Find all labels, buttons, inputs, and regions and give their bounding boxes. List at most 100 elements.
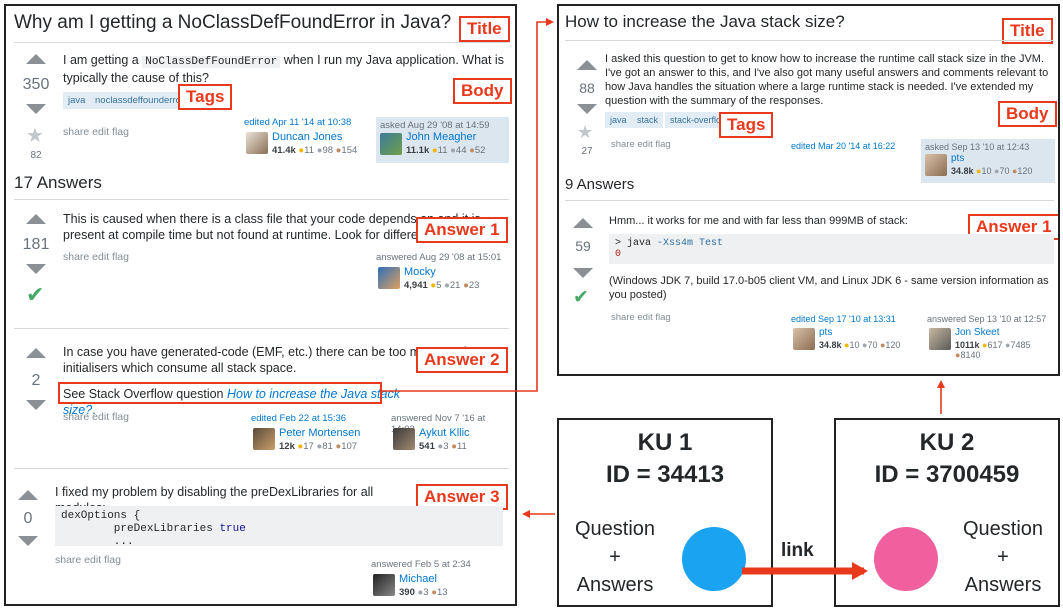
post-actions[interactable]: share edit flag <box>611 312 671 323</box>
post-actions[interactable]: share edit flag <box>55 554 121 566</box>
user-reputation: 41.4k ●11 ●98 ●154 <box>272 145 357 156</box>
accepted-check-icon: ✔ <box>26 282 45 307</box>
downvote-icon[interactable] <box>26 400 46 410</box>
gold-count: 11 <box>304 145 315 156</box>
vote-count: 88 <box>579 80 595 96</box>
answered-time: answered Sep 13 '10 at 12:57 <box>927 314 1047 324</box>
user-name[interactable]: Peter Mortensen <box>279 427 360 439</box>
upvote-icon[interactable] <box>26 348 46 358</box>
bronze-count: 107 <box>341 441 358 452</box>
avatar[interactable] <box>246 132 268 154</box>
upvote-icon[interactable] <box>26 54 46 64</box>
downvote-icon[interactable] <box>26 264 46 274</box>
favorite-star-icon[interactable]: ★ <box>26 123 44 148</box>
label-answer-1: Answer 1 <box>416 217 508 243</box>
gold-count: 11 <box>437 145 448 156</box>
upvote-icon[interactable] <box>577 60 597 70</box>
user-name[interactable]: pts <box>819 327 832 338</box>
tag-java[interactable]: java <box>605 112 632 128</box>
silver-count: 81 <box>322 441 333 452</box>
rep-score: 34.8k <box>951 166 974 176</box>
upvote-icon[interactable] <box>26 214 46 224</box>
user-name[interactable]: Michael <box>399 573 437 585</box>
upvote-icon[interactable] <box>573 218 593 228</box>
ku2-box: KU 2 ID = 3700459 Question + Answers <box>834 418 1060 607</box>
bronze-count: 52 <box>474 145 486 156</box>
ku1-title: KU 1 <box>637 429 693 456</box>
favorite-star-icon[interactable]: ★ <box>577 122 593 143</box>
silver-count: 7485 <box>1010 340 1031 350</box>
user-name[interactable]: pts <box>951 153 964 164</box>
edited-time[interactable]: edited Apr 11 '14 at 10:38 <box>244 117 366 128</box>
tag-noclassdeffounderror[interactable]: noclassdeffounderror <box>90 92 190 109</box>
favorite-count: 82 <box>30 150 42 161</box>
edited-time[interactable]: edited Sep 17 '10 at 13:31 <box>791 314 911 324</box>
bronze-count: 154 <box>341 145 358 156</box>
user-reputation: 12k ●17 ●81 ●107 <box>279 441 357 452</box>
link-label: link <box>781 540 814 561</box>
ku1-id: ID = 34413 <box>605 461 725 488</box>
avatar[interactable] <box>929 328 951 350</box>
avatar[interactable] <box>925 154 947 176</box>
divider <box>14 42 509 43</box>
label-tags: Tags <box>178 84 233 110</box>
divider <box>565 40 1054 41</box>
asked-time: asked Sep 13 '10 at 12:43 <box>925 142 1030 152</box>
gold-count: 617 <box>987 340 1003 350</box>
post-actions[interactable]: share edit flag <box>611 139 671 150</box>
user-name[interactable]: John Meagher <box>406 131 476 143</box>
user-reputation: 34.8k ●10 ●70 ●120 <box>819 340 900 350</box>
ku2-id: ID = 3700459 <box>874 461 1020 488</box>
code-keyword: true <box>219 523 246 535</box>
code-block: dexOptions { preDexLibraries true ... <box>55 506 503 548</box>
divider <box>14 328 509 329</box>
avatar[interactable] <box>793 328 815 350</box>
ku1-node-circle <box>682 527 746 591</box>
edited-time[interactable]: edited Mar 20 '14 at 16:22 <box>791 141 895 151</box>
divider <box>14 468 509 469</box>
post-actions[interactable]: share edit flag <box>63 411 129 423</box>
user-reputation: 34.8k ●10 ●70 ●120 <box>951 166 1032 176</box>
user-name[interactable]: Jon Skeet <box>955 327 999 338</box>
answered-time: answered Feb 5 at 2:34 <box>371 559 471 570</box>
editor-signature: edited Sep 17 '10 at 13:31 <box>791 314 911 324</box>
post-actions[interactable]: share edit flag <box>63 126 129 138</box>
silver-count: 3 <box>423 587 429 598</box>
gold-count: 5 <box>436 280 442 291</box>
user-reputation: 1011k ●617 ●7485 ●8140 <box>955 340 1055 360</box>
avatar[interactable] <box>378 267 400 289</box>
silver-count: 44 <box>455 145 467 156</box>
answer-body: Hmm... it works for me and with far less… <box>609 215 908 227</box>
upvote-icon[interactable] <box>18 490 38 500</box>
avatar[interactable] <box>253 428 275 450</box>
edited-time[interactable]: edited Feb 22 at 15:36 <box>251 413 381 424</box>
post-actions[interactable]: share edit flag <box>63 251 129 263</box>
avatar[interactable] <box>380 133 402 155</box>
bronze-count: 8140 <box>960 350 981 360</box>
label-tags: Tags <box>719 112 774 138</box>
body-text-pre: I am getting a <box>63 53 143 67</box>
rep-score: 390 <box>399 587 415 598</box>
divider <box>565 200 1054 201</box>
tag-java[interactable]: java <box>63 92 91 109</box>
ku2-answers: Answers <box>964 574 1042 596</box>
rep-score: 1011k <box>955 340 980 350</box>
avatar[interactable] <box>373 574 395 596</box>
label-body: Body <box>998 101 1057 127</box>
rep-score: 34.8k <box>819 340 842 350</box>
user-name[interactable]: Aykut Kllic <box>419 427 470 439</box>
label-body: Body <box>453 78 512 104</box>
avatar[interactable] <box>393 428 415 450</box>
bronze-count: 120 <box>885 340 901 350</box>
downvote-icon[interactable] <box>577 104 597 114</box>
user-name[interactable]: Duncan Jones <box>272 131 342 143</box>
tag-stack[interactable]: stack <box>632 112 664 128</box>
question-title[interactable]: Why am I getting a NoClassDefFoundError … <box>14 12 451 34</box>
code-line-3: ... <box>61 536 134 548</box>
user-name[interactable]: Mocky <box>404 266 436 278</box>
downvote-icon[interactable] <box>573 268 593 278</box>
gold-count: 10 <box>981 166 992 176</box>
question-title[interactable]: How to increase the Java stack size? <box>565 12 845 32</box>
downvote-icon[interactable] <box>18 536 38 546</box>
downvote-icon[interactable] <box>26 104 46 114</box>
